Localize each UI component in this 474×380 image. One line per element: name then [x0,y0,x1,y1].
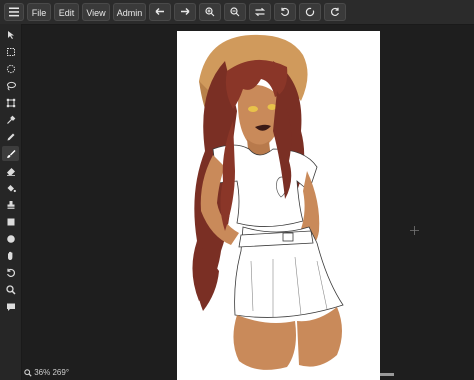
artwork-illustration [192,34,344,370]
stamp-icon [7,200,14,209]
eraser-tool[interactable] [2,163,19,178]
rotate-tool[interactable] [2,265,19,280]
brush-icon [6,149,15,158]
redo-button[interactable] [174,3,196,21]
top-toolbar: File Edit View Admin [0,0,474,25]
zoom-out-button[interactable] [224,3,246,21]
rect-select-tool[interactable] [2,44,19,59]
undo-button[interactable] [149,3,171,21]
zoom-in-button[interactable] [199,3,221,21]
hand-icon [7,251,12,260]
reset-rotation-icon [305,7,315,17]
rotate-right-icon [330,7,339,17]
rectangle-icon [7,218,14,225]
hamburger-icon [9,7,19,17]
flip-icon [254,7,266,17]
rectangle-tool[interactable] [2,214,19,229]
zoom-out-icon [230,7,240,17]
crosshair-cursor [410,222,419,240]
crosshair-icon [410,226,419,235]
transform-tool[interactable] [2,95,19,110]
select-tool[interactable] [2,27,19,42]
flip-button[interactable] [249,3,271,21]
pen-icon [7,133,14,140]
fill-tool[interactable] [2,180,19,195]
ellipse-tool[interactable] [2,231,19,246]
fill-icon [7,184,16,192]
eyedropper-tool[interactable] [2,112,19,127]
rotate-icon [6,268,15,277]
zoom-tool[interactable] [2,282,19,297]
lasso-icon [6,81,16,90]
ellipse-select-icon [6,64,15,73]
zoom-in-icon [205,7,215,17]
comment-tool[interactable] [2,299,19,314]
hand-tool[interactable] [2,248,19,263]
rotate-left-icon [281,7,290,17]
edit-menu-button[interactable]: Edit [54,3,79,21]
brush-tool[interactable] [2,146,19,161]
zoom-icon [5,284,16,295]
horizontal-scrollbar-thumb[interactable] [380,373,394,376]
menu-button[interactable] [4,3,24,21]
status-bar: 36% 269° [24,368,69,377]
undo-icon [155,8,164,15]
drawing-canvas[interactable] [177,31,380,380]
reset-rotation-button[interactable] [299,3,321,21]
select-icon [7,30,14,39]
rotate-right-button[interactable] [324,3,346,21]
ellipse-icon [6,234,15,243]
transform-icon [6,98,15,107]
pen-tool[interactable] [2,129,19,144]
zoom-rotation-readout: 36% 269° [34,368,70,378]
stamp-tool[interactable] [2,197,19,212]
eraser-icon [6,167,15,176]
rotate-left-button[interactable] [274,3,296,21]
tool-sidebar [0,24,22,380]
comment-icon [6,303,15,311]
rect-select-icon [6,47,15,56]
eyedropper-icon [6,115,15,124]
admin-menu-button[interactable]: Admin [113,3,146,21]
view-menu-button[interactable]: View [82,3,110,21]
file-menu-button[interactable]: File [27,3,51,21]
lasso-tool[interactable] [2,78,19,93]
redo-icon [181,8,190,15]
magnifier-icon [24,369,32,377]
ellipse-select-tool[interactable] [2,61,19,76]
